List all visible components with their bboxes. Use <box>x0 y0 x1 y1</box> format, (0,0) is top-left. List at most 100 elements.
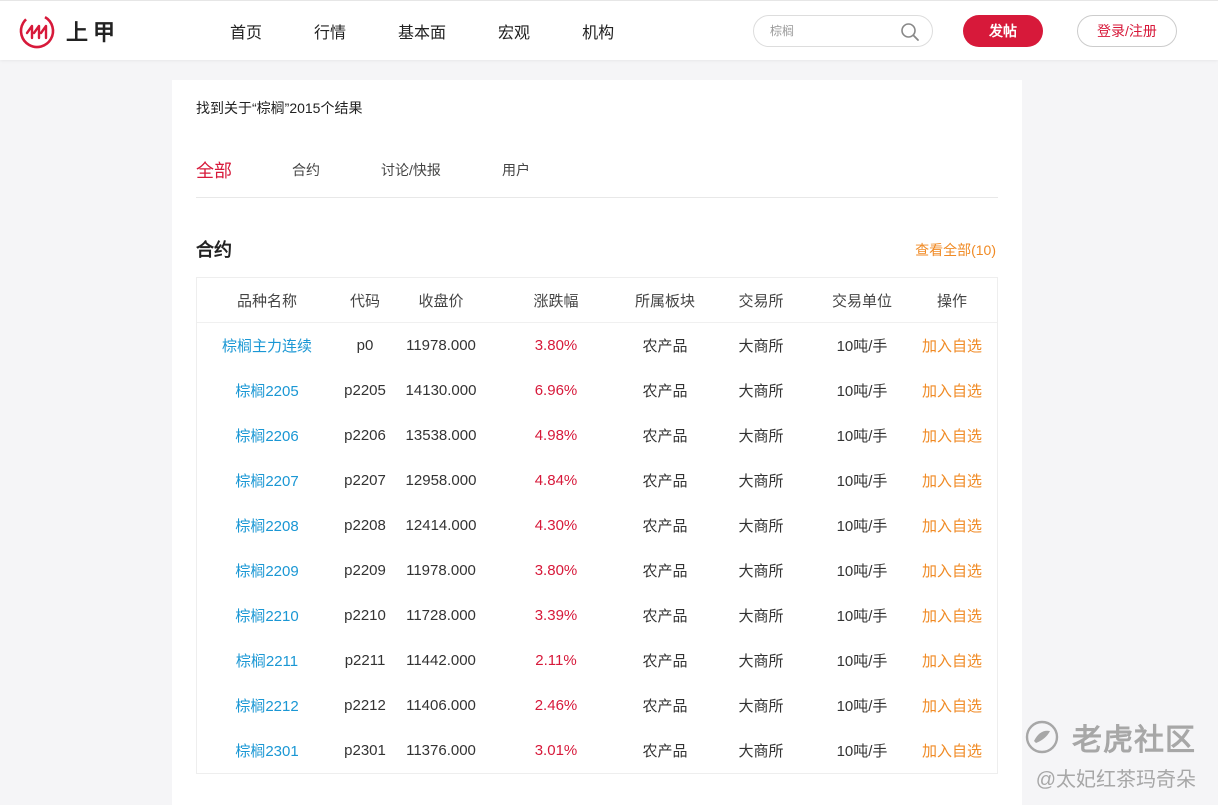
table-row: 棕榈2212 p2212 11406.000 2.46% 农产品 大商所 10吨/手 加入自选 <box>197 683 997 728</box>
row-exchange: 大商所 <box>738 563 784 580</box>
row-close-price: 11442.000 <box>406 652 476 669</box>
view-all-link[interactable]: 查看全部(10) <box>915 240 996 260</box>
tab-discussions[interactable]: 讨论/快报 <box>381 160 441 180</box>
nav-item-macro[interactable]: 宏观 <box>498 19 530 43</box>
row-name-link[interactable]: 棕榈2301 <box>197 728 337 773</box>
row-name-link[interactable]: 棕榈2209 <box>197 548 337 593</box>
row-change-percent: 2.11% <box>535 652 577 669</box>
header-unit: 交易单位 <box>831 293 892 310</box>
row-code: p2210 <box>344 607 386 624</box>
add-watchlist-button[interactable]: 加入自选 <box>911 548 993 593</box>
row-sector: 农产品 <box>642 608 688 625</box>
brand-logo[interactable]: 上甲 <box>18 12 120 50</box>
search-input[interactable] <box>770 22 890 40</box>
result-summary: 找到关于“棕榈”2015个结果 <box>196 100 363 116</box>
add-watchlist-button[interactable]: 加入自选 <box>911 323 993 368</box>
search-results-panel: 找到关于“棕榈”2015个结果 全部 合约 讨论/快报 用户 合约 查看全部(1… <box>172 80 1022 805</box>
row-code: p2211 <box>344 652 386 669</box>
row-sector: 农产品 <box>642 743 688 760</box>
row-trade-unit: 10吨/手 <box>836 383 888 400</box>
add-watchlist-button[interactable]: 加入自选 <box>911 593 993 638</box>
row-name-link[interactable]: 棕榈2207 <box>197 458 337 503</box>
header-close: 收盘价 <box>418 293 464 310</box>
watermark-author: @太妃红茶玛奇朵 <box>1035 769 1196 791</box>
row-trade-unit: 10吨/手 <box>836 698 888 715</box>
row-exchange: 大商所 <box>738 338 784 355</box>
row-sector: 农产品 <box>642 338 688 355</box>
tiger-community-icon <box>1025 720 1059 754</box>
add-watchlist-button[interactable]: 加入自选 <box>911 368 993 413</box>
row-name-link[interactable]: 棕榈2211 <box>197 638 337 683</box>
add-watchlist-button[interactable]: 加入自选 <box>911 638 993 683</box>
row-exchange: 大商所 <box>738 743 784 760</box>
row-exchange: 大商所 <box>738 428 784 445</box>
table-row: 棕榈2205 p2205 14130.000 6.96% 农产品 大商所 10吨/手 加入自选 <box>197 368 997 413</box>
row-code: p2209 <box>344 562 386 579</box>
result-tabs: 全部 合约 讨论/快报 用户 <box>196 160 998 198</box>
row-change-percent: 4.84% <box>534 472 578 489</box>
table-row: 棕榈主力连续 p0 11978.000 3.80% 农产品 大商所 10吨/手 加入自选 <box>197 323 997 368</box>
header-sector: 所属板块 <box>634 293 695 310</box>
row-name-link[interactable]: 棕榈2212 <box>197 683 337 728</box>
top-header: 上甲 首页 行情 基本面 宏观 机构 发帖 登录/注册 <box>0 0 1218 60</box>
watermark-title: 老虎社区 <box>1072 724 1196 757</box>
row-trade-unit: 10吨/手 <box>836 743 888 760</box>
add-watchlist-button[interactable]: 加入自选 <box>911 503 993 548</box>
row-code: p0 <box>356 337 374 354</box>
row-trade-unit: 10吨/手 <box>836 428 888 445</box>
row-code: p2301 <box>344 742 386 759</box>
header-exchange: 交易所 <box>738 293 784 310</box>
add-watchlist-button[interactable]: 加入自选 <box>911 413 993 458</box>
row-name-link[interactable]: 棕榈2210 <box>197 593 337 638</box>
row-trade-unit: 10吨/手 <box>836 563 888 580</box>
row-name-link[interactable]: 棕榈主力连续 <box>197 323 337 368</box>
row-change-percent: 3.01% <box>534 742 578 759</box>
row-change-percent: 3.80% <box>534 562 578 579</box>
header-code: 代码 <box>349 293 380 310</box>
row-close-price: 12958.000 <box>405 472 477 489</box>
nav-item-home[interactable]: 首页 <box>230 19 262 43</box>
login-register-button[interactable]: 登录/注册 <box>1077 15 1177 47</box>
header-change: 涨跌幅 <box>533 293 579 310</box>
search-box <box>753 15 933 47</box>
search-icon[interactable] <box>900 22 920 42</box>
tab-all[interactable]: 全部 <box>196 157 232 183</box>
nav-item-fundamentals[interactable]: 基本面 <box>398 19 446 43</box>
row-name-link[interactable]: 棕榈2208 <box>197 503 337 548</box>
table-row: 棕榈2208 p2208 12414.000 4.30% 农产品 大商所 10吨/手 加入自选 <box>197 503 997 548</box>
row-exchange: 大商所 <box>738 518 784 535</box>
section-title: 合约 <box>196 240 232 260</box>
row-close-price: 11376.000 <box>406 742 476 759</box>
table-row: 棕榈2209 p2209 11978.000 3.80% 农产品 大商所 10吨/手 加入自选 <box>197 548 997 593</box>
table-row: 棕榈2301 p2301 11376.000 3.01% 农产品 大商所 10吨/手 加入自选 <box>197 728 997 773</box>
row-sector: 农产品 <box>642 563 688 580</box>
row-code: p2207 <box>344 472 386 489</box>
watermark: 老虎社区 @太妃红茶玛奇朵 <box>1024 715 1196 792</box>
tab-users[interactable]: 用户 <box>502 160 530 180</box>
row-change-percent: 4.30% <box>534 517 578 534</box>
row-sector: 农产品 <box>642 518 688 535</box>
table-row: 棕榈2211 p2211 11442.000 2.11% 农产品 大商所 10吨/手 加入自选 <box>197 638 997 683</box>
row-exchange: 大商所 <box>738 608 784 625</box>
add-watchlist-button[interactable]: 加入自选 <box>911 728 993 773</box>
row-name-link[interactable]: 棕榈2205 <box>197 368 337 413</box>
row-close-price: 11728.000 <box>406 607 476 624</box>
nav-item-institutions[interactable]: 机构 <box>582 19 614 43</box>
row-exchange: 大商所 <box>738 383 784 400</box>
nav-item-market[interactable]: 行情 <box>314 19 346 43</box>
row-trade-unit: 10吨/手 <box>836 653 888 670</box>
add-watchlist-button[interactable]: 加入自选 <box>911 458 993 503</box>
row-sector: 农产品 <box>642 653 688 670</box>
post-button[interactable]: 发帖 <box>963 15 1043 47</box>
tab-contracts[interactable]: 合约 <box>292 160 320 180</box>
add-watchlist-button[interactable]: 加入自选 <box>911 683 993 728</box>
table-row: 棕榈2207 p2207 12958.000 4.84% 农产品 大商所 10吨/手 加入自选 <box>197 458 997 503</box>
row-sector: 农产品 <box>642 383 688 400</box>
row-code: p2205 <box>344 382 386 399</box>
row-exchange: 大商所 <box>738 698 784 715</box>
row-close-price: 12414.000 <box>405 517 477 534</box>
row-name-link[interactable]: 棕榈2206 <box>197 413 337 458</box>
row-exchange: 大商所 <box>738 473 784 490</box>
row-code: p2212 <box>344 697 386 714</box>
row-trade-unit: 10吨/手 <box>836 518 888 535</box>
